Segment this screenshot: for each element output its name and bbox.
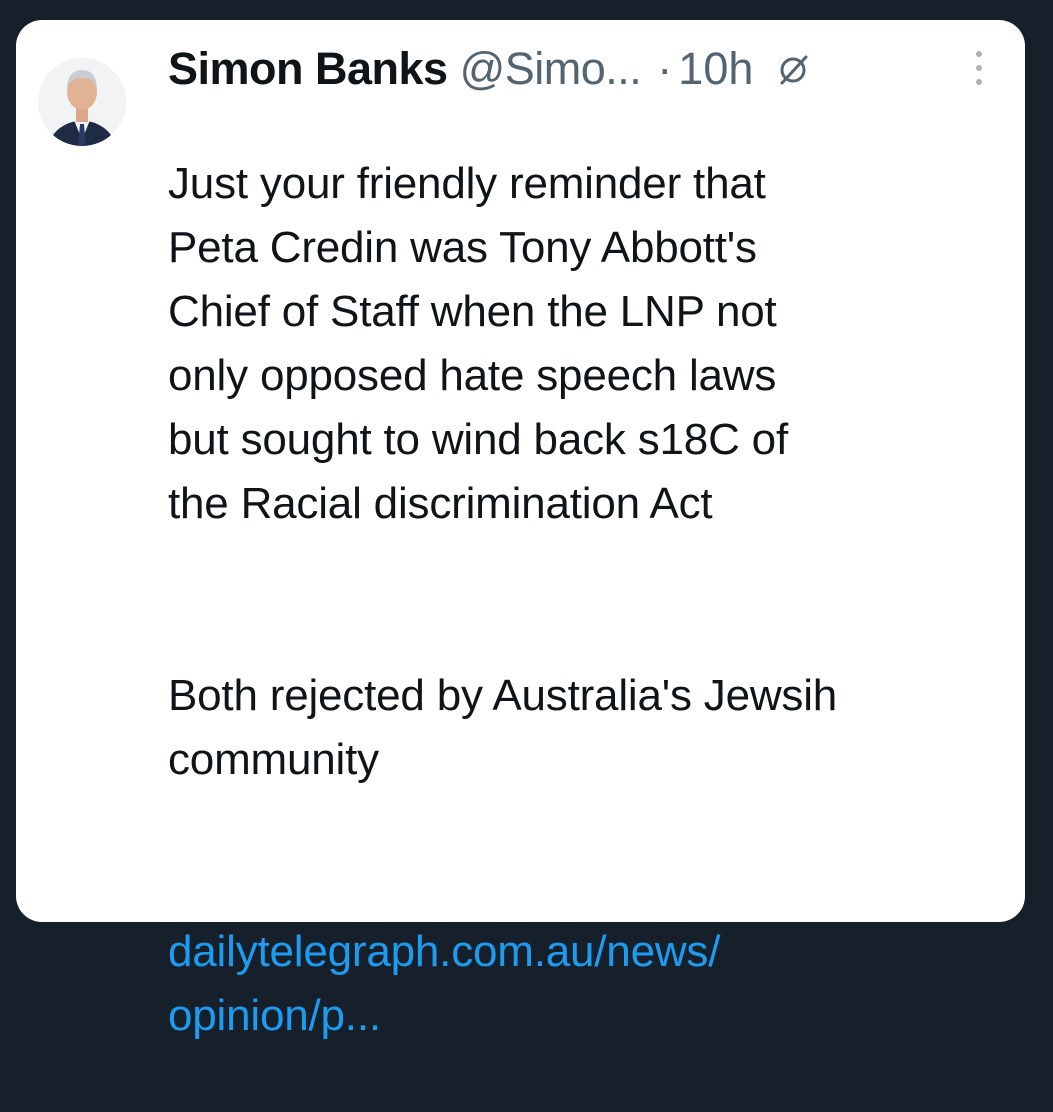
tweet-paragraph-1: Just your friendly reminder that Peta Cr… bbox=[168, 159, 788, 528]
avatar[interactable] bbox=[38, 40, 126, 164]
avatar-image bbox=[38, 58, 126, 146]
tweet-body: Just your friendly reminder that Peta Cr… bbox=[168, 88, 998, 1112]
author-name[interactable]: Simon Banks bbox=[168, 46, 448, 91]
grok-icon[interactable] bbox=[775, 50, 811, 86]
tweet-card[interactable]: Simon Banks @Simo... · 10h Just your fri… bbox=[16, 20, 1025, 1040]
separator-dot: · bbox=[657, 42, 673, 94]
article-link[interactable]: dailytelegraph.com.au/news/ opinion/p... bbox=[168, 920, 998, 1048]
timestamp[interactable]: 10h bbox=[678, 46, 753, 91]
more-options-icon[interactable] bbox=[968, 46, 990, 90]
tweet-paragraph-2: Both rejected by Australia's Jewsih comm… bbox=[168, 671, 838, 784]
author-handle[interactable]: @Simo... bbox=[460, 46, 642, 91]
